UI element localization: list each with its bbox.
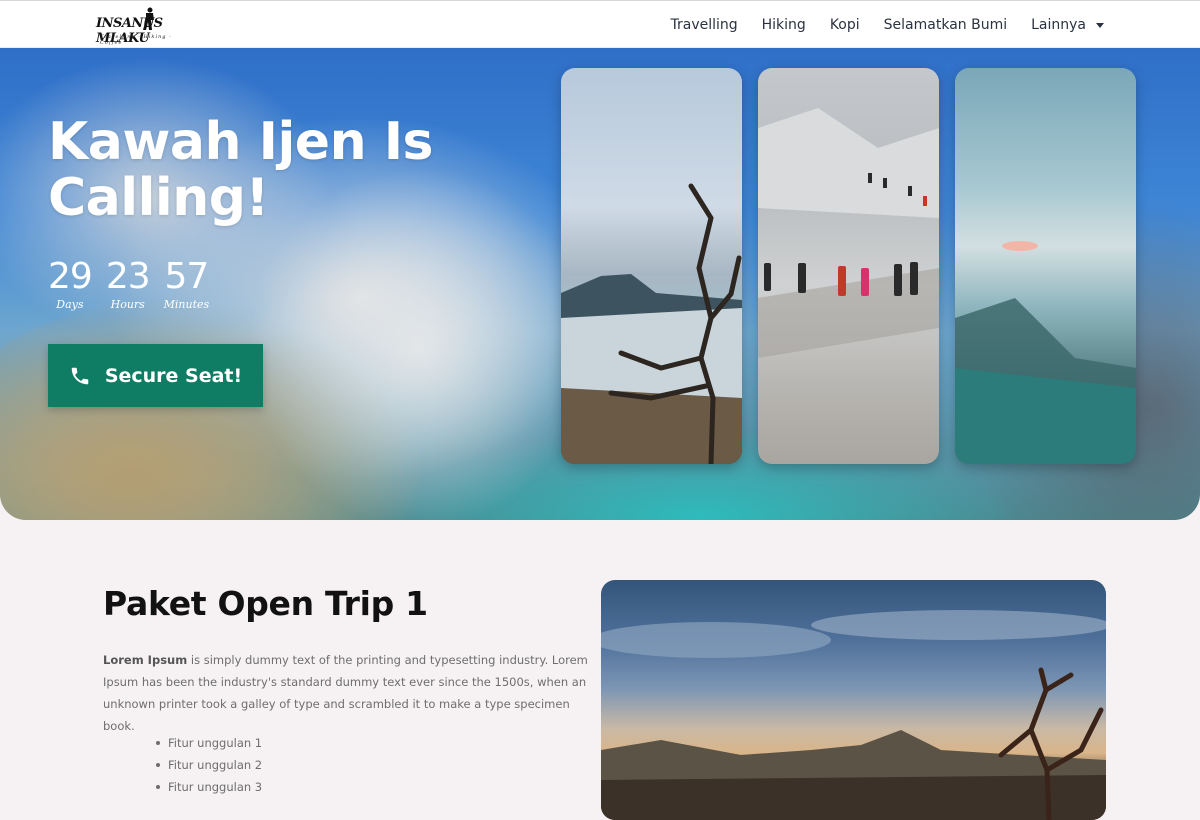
site-logo[interactable]: INSANUS MLAKU Travelling · Hiking · Coff… [96,7,196,46]
hero-section: Kawah Ijen Is Calling! 29 Days 23 Hours … [0,48,1200,520]
feature-item: Fitur unggulan 2 [155,754,262,776]
logo-tagline: Travelling · Hiking · Coffee [100,34,172,46]
hero-photo-dead-tree [561,68,742,464]
countdown-hours-value: 23 [105,256,151,297]
sunrise-landscape-scene [601,610,1106,820]
countdown-days-value: 29 [48,256,93,297]
countdown-timer: 29 Days 23 Hours 57 Minutes [48,256,210,312]
nav-item-hiking[interactable]: Hiking [762,17,806,33]
feature-item: Fitur unggulan 3 [155,776,262,798]
countdown-minutes: 57 Minutes [163,256,210,312]
countdown-hours-label: Hours [110,298,145,311]
countdown-minutes-label: Minutes [163,298,210,311]
main-nav: Travelling Hiking Kopi Selamatkan Bumi L… [670,1,1104,49]
secure-seat-label: Secure Seat! [104,364,243,387]
hero-photo-hikers [758,68,939,464]
caret-down-icon [1096,22,1104,28]
crater-lake-scene [955,241,1136,464]
section-description: Lorem Ipsum is simply dummy text of the … [103,649,593,737]
phone-icon [71,367,89,384]
description-lead: Lorem Ipsum [103,653,188,667]
countdown-minutes-value: 57 [164,256,209,297]
feature-item: Fitur unggulan 1 [155,732,262,754]
feature-list: Fitur unggulan 1 Fitur unggulan 2 Fitur … [155,732,262,798]
hikers-scene [758,108,939,358]
hero-photo-crater-lake [955,68,1136,464]
countdown-days: 29 Days [48,256,93,312]
section-title: Paket Open Trip 1 [103,584,428,623]
dead-tree-scene [561,183,742,464]
countdown-days-label: Days [56,298,84,311]
nav-item-kopi[interactable]: Kopi [830,17,860,33]
hero-title: Kawah Ijen Is Calling! [48,112,434,228]
trip-package-image [601,580,1106,820]
secure-seat-button[interactable]: Secure Seat! [48,344,263,407]
nav-item-travelling[interactable]: Travelling [670,17,737,33]
nav-item-lainnya-dropdown[interactable]: Lainnya [1031,17,1104,33]
site-header: INSANUS MLAKU Travelling · Hiking · Coff… [0,0,1200,48]
countdown-hours: 23 Hours [105,256,151,312]
nav-item-selamatkan-bumi[interactable]: Selamatkan Bumi [884,17,1007,33]
nav-item-lainnya-label: Lainnya [1031,17,1086,33]
